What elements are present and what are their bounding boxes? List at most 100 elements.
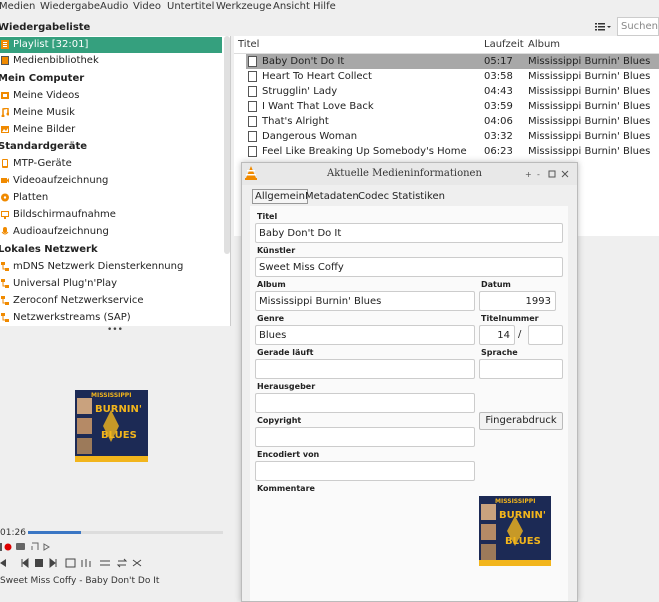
track-album: Mississippi Burnin' Blues (528, 86, 651, 97)
track-duration: 03:32 (484, 131, 513, 142)
extended-settings-icon (81, 559, 91, 567)
tab-codec[interactable]: Codec (357, 191, 390, 202)
publisher-field[interactable] (255, 393, 475, 413)
artist-field[interactable]: Sweet Miss Coffy (255, 257, 563, 277)
label-track: Titelnummer (481, 314, 539, 323)
sidebar-item-upnp[interactable]: Universal Plug'n'Play (0, 276, 222, 292)
album-field[interactable]: Mississippi Burnin' Blues (255, 291, 475, 311)
disc-icon (1, 193, 9, 202)
sidebar-item-audio-capture[interactable]: Audioaufzeichnung (0, 224, 222, 240)
encoded-by-field[interactable] (255, 461, 475, 481)
label-copyright: Copyright (257, 416, 302, 425)
sidebar-item-mdns[interactable]: mDNS Netzwerk Diensterkennung (0, 259, 222, 275)
play-icon (0, 559, 6, 567)
playlist-row[interactable]: Heart To Heart Collect 03:58 Mississippi B… (246, 69, 659, 84)
sidebar-item-videos[interactable]: Meine Videos (0, 88, 222, 104)
track-title: Baby Don't Do It (262, 56, 345, 67)
network-icon (1, 279, 9, 288)
playlist-row[interactable]: Feel Like Breaking Up Somebody's Home 06:… (246, 144, 659, 159)
fullscreen-icon (65, 558, 76, 568)
window-buttons: + - (525, 170, 569, 179)
sidebar-header-computer: Mein Computer (0, 73, 85, 84)
menu-medien[interactable]: Medien (0, 1, 35, 12)
album-cover-image (479, 496, 551, 566)
now-playing-field[interactable] (255, 359, 475, 379)
title-field[interactable]: Baby Don't Do It (255, 223, 563, 243)
file-icon (248, 71, 257, 82)
sidebar-item-mtp[interactable]: MTP-Geräte (0, 156, 222, 172)
track-album: Mississippi Burnin' Blues (528, 71, 651, 82)
dialog-general-panel: Titel Baby Don't Do It Künstler Sweet Mi… (250, 206, 568, 601)
tab-allgemein[interactable]: Allgemein (252, 189, 308, 204)
track-duration: 06:23 (484, 146, 513, 157)
playlist-row[interactable]: Dangerous Woman 03:32 Mississippi Burnin' … (246, 129, 659, 144)
fingerprint-button[interactable]: Fingerabdruck (479, 412, 563, 430)
track-number-field[interactable]: 14 (479, 325, 515, 345)
column-title[interactable]: Titel (238, 39, 259, 50)
menu-video[interactable]: Video (133, 1, 161, 12)
file-icon (248, 131, 257, 142)
genre-field[interactable]: Blues (255, 325, 475, 345)
tab-metadaten[interactable]: Metadaten (304, 191, 360, 202)
file-icon (248, 86, 257, 97)
screen-capture-icon (1, 211, 9, 219)
sidebar: Wiedergabeliste Playlist [32:01] Medienb… (0, 36, 231, 326)
tab-statistiken[interactable]: Statistiken (391, 191, 446, 202)
playlist-row[interactable]: Strugglin' Lady 04:43 Mississippi Burnin' … (246, 84, 659, 99)
playlist-row[interactable]: That's Alright 04:06 Mississippi Burnin' B… (246, 114, 659, 129)
sidebar-item-library[interactable]: Medienbibliothek (0, 53, 222, 69)
copyright-field[interactable] (255, 427, 475, 447)
menu-wiedergabe[interactable]: Wiedergabe (40, 1, 100, 12)
video-folder-icon (1, 92, 9, 99)
label-comments: Kommentare (257, 484, 315, 493)
sidebar-item-music[interactable]: Meine Musik (0, 105, 222, 121)
column-album[interactable]: Album (528, 39, 560, 50)
label-encoded-by: Encodiert von (257, 450, 320, 459)
album-art: MISSISSIPPI BURNIN' BLUES (75, 390, 148, 462)
seek-bar-progress (28, 531, 81, 534)
label-date: Datum (481, 280, 511, 289)
track-total-field[interactable] (528, 325, 563, 345)
stop-icon (35, 559, 43, 567)
track-title: Strugglin' Lady (262, 86, 338, 97)
playlist-row[interactable]: Baby Don't Do It 05:17 Mississippi Burnin'… (246, 54, 659, 69)
sidebar-item-screen-capture[interactable]: Bildschirmaufnahme (0, 207, 222, 223)
label-now-playing: Gerade läuft (257, 348, 314, 357)
album-cover-image (75, 390, 148, 462)
sidebar-item-pictures[interactable]: Meine Bilder (0, 122, 222, 138)
sidebar-item-sap[interactable]: Netzwerkstreams (SAP) (0, 310, 222, 326)
menu-werkzeuge[interactable]: Werkzeuge (216, 1, 272, 12)
label-album: Album (257, 280, 286, 289)
help-icon: + (525, 170, 532, 179)
sidebar-item-playlist[interactable]: Playlist [32:01] (0, 37, 222, 53)
menu-ansicht[interactable]: Ansicht (273, 1, 310, 12)
sidebar-item-discs[interactable]: Platten (0, 190, 222, 206)
column-duration[interactable]: Laufzeit (484, 39, 524, 50)
sidebar-scrollbar[interactable] (224, 36, 230, 254)
list-view-icon (595, 23, 611, 31)
loop-icon (116, 558, 128, 568)
menu-audio[interactable]: Audio (100, 1, 128, 12)
search-input[interactable]: Suchen (617, 17, 659, 36)
dialog-title: Aktuelle Medieninformationen (327, 168, 482, 179)
track-album: Mississippi Burnin' Blues (528, 101, 651, 112)
menu-hilfe[interactable]: Hilfe (313, 1, 336, 12)
playlist-row[interactable]: I Want That Love Back 03:59 Mississippi Bu… (246, 99, 659, 114)
date-field[interactable]: 1993 (479, 291, 556, 311)
sidebar-item-video-capture[interactable]: Videoaufzeichnung (0, 173, 222, 189)
track-album: Mississippi Burnin' Blues (528, 56, 651, 67)
sidebar-item-zeroconf[interactable]: Zeroconf Netzwerkservice (0, 293, 222, 309)
splitter-handle[interactable]: ••• (107, 325, 123, 335)
menubar: Medien Wiedergabe Audio Video Untertitel… (0, 0, 659, 14)
language-field[interactable] (479, 359, 563, 379)
vlc-cone-icon (245, 166, 257, 180)
record-controls (0, 540, 60, 554)
previous-icon (21, 557, 29, 569)
audio-capture-icon (1, 227, 9, 235)
next-icon (49, 557, 57, 569)
view-mode-button[interactable] (594, 20, 612, 34)
menu-untertitel[interactable]: Untertitel (167, 1, 214, 12)
maximize-icon (548, 170, 556, 178)
track-duration: 04:43 (484, 86, 513, 97)
music-folder-icon (1, 108, 9, 117)
